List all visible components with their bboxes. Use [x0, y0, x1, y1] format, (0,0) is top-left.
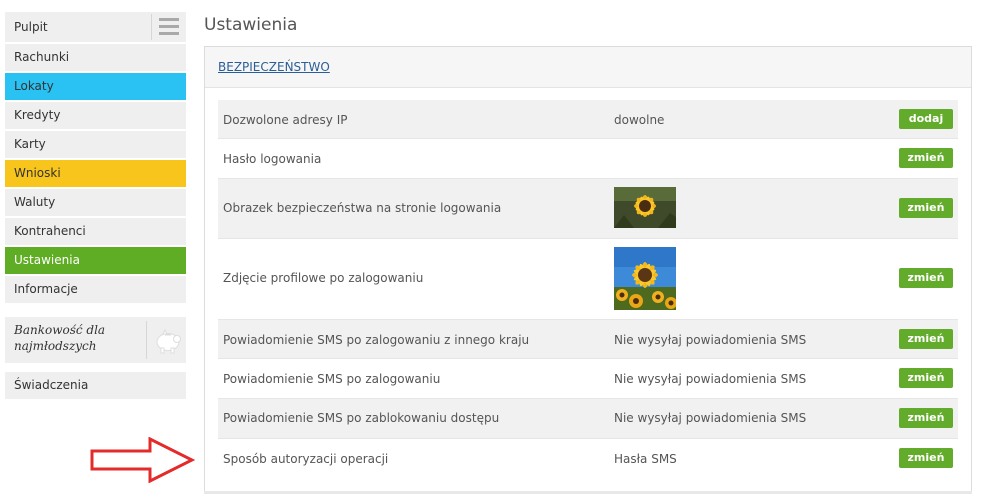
sidebar-item-pulpit[interactable]: Pulpit [5, 12, 186, 44]
sidebar-item-label: Pulpit [14, 20, 48, 34]
change-security-image-button[interactable]: zmień [899, 198, 953, 218]
setting-name: Powiadomienie SMS po zalogowaniu z inneg… [223, 333, 530, 347]
sidebar-item-lokaty[interactable]: Lokaty [5, 73, 186, 102]
sidebar-item-kontrahenci[interactable]: Kontrahenci [5, 218, 186, 247]
setting-value: Hasła SMS [614, 452, 677, 466]
change-password-button[interactable]: zmień [899, 148, 953, 168]
section-link-security[interactable]: BEZPIECZEŃSTWO [218, 60, 330, 74]
setting-value: Nie wysyłaj powiadomienia SMS [614, 411, 807, 425]
change-sms-blocked-button[interactable]: zmień [899, 408, 953, 428]
settings-list: Dozwolone adresy IP dowolne dodaj Hasło … [218, 100, 958, 479]
sunflower-field-photo [614, 247, 676, 310]
sidebar-item-informacje[interactable]: Informacje [5, 276, 186, 305]
promo-banner[interactable]: Bankowość dla najmłodszych [5, 317, 186, 363]
setting-name: Sposób autoryzacji operacji [223, 452, 389, 466]
setting-value: dowolne [614, 113, 665, 127]
sidebar-item-wnioski[interactable]: Wnioski [5, 160, 186, 189]
setting-row-security-image: Obrazek bezpieczeństwa na stronie logowa… [218, 179, 958, 239]
sidebar-item-kredyty[interactable]: Kredyty [5, 102, 186, 131]
add-ip-button[interactable]: dodaj [899, 109, 953, 129]
setting-value: Nie wysyłaj powiadomienia SMS [614, 333, 807, 347]
change-profile-photo-button[interactable]: zmień [899, 268, 953, 288]
setting-row-sms-login: Powiadomienie SMS po zalogowaniu Nie wys… [218, 359, 958, 399]
page-title: Ustawienia [204, 15, 298, 35]
setting-row-profile-photo: Zdjęcie profilowe po zalogowaniu zmień [218, 239, 958, 320]
setting-value: Nie wysyłaj powiadomienia SMS [614, 372, 807, 386]
setting-name: Hasło logowania [223, 152, 322, 166]
setting-row-authorization-method: Sposób autoryzacji operacji Hasła SMS zm… [218, 439, 958, 479]
divider [204, 491, 972, 494]
sidebar-item-karty[interactable]: Karty [5, 131, 186, 160]
change-authorization-button[interactable]: zmień [899, 448, 953, 468]
setting-name: Zdjęcie profilowe po zalogowaniu [223, 271, 424, 285]
setting-row-login-password: Hasło logowania zmień [218, 139, 958, 179]
setting-name: Obrazek bezpieczeństwa na stronie logowa… [223, 201, 502, 215]
sidebar-item-rachunki[interactable]: Rachunki [5, 44, 186, 73]
setting-row-sms-foreign-login: Powiadomienie SMS po zalogowaniu z inneg… [218, 320, 958, 359]
sidebar-nav: Pulpit Rachunki Lokaty Kredyty Karty Wni… [5, 12, 186, 305]
panel-header: BEZPIECZEŃSTWO [205, 47, 971, 88]
red-arrow-icon [90, 437, 195, 483]
divider [151, 14, 152, 40]
change-sms-login-button[interactable]: zmień [899, 368, 953, 388]
setting-row-allowed-ip: Dozwolone adresy IP dowolne dodaj [218, 100, 958, 139]
divider [146, 321, 147, 359]
change-sms-foreign-button[interactable]: zmień [899, 329, 953, 349]
setting-name: Powiadomienie SMS po zalogowaniu [223, 372, 441, 386]
setting-row-sms-blocked: Powiadomienie SMS po zablokowaniu dostęp… [218, 399, 958, 439]
setting-name: Powiadomienie SMS po zablokowaniu dostęp… [223, 411, 500, 425]
piggy-bank-icon [156, 328, 181, 354]
sidebar-item-swiadczenia[interactable]: Świadczenia [5, 372, 186, 399]
promo-text: Bankowość dla najmłodszych [14, 323, 106, 353]
sidebar-item-waluty[interactable]: Waluty [5, 189, 186, 218]
setting-name: Dozwolone adresy IP [223, 113, 348, 127]
hamburger-menu-icon[interactable] [159, 18, 179, 35]
sunflower-photo [614, 187, 676, 228]
sidebar-item-ustawienia[interactable]: Ustawienia [5, 247, 186, 276]
